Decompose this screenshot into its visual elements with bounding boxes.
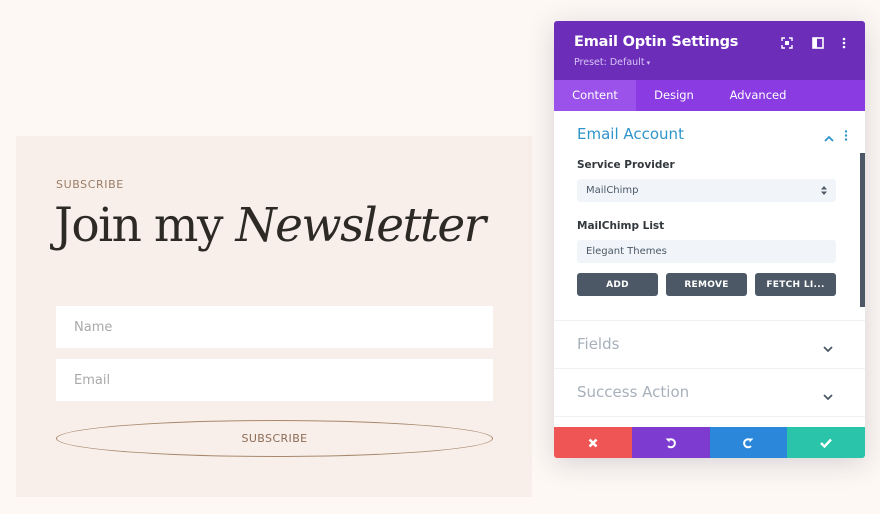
chevron-up-icon[interactable]: [824, 129, 834, 147]
fetch-lists-button[interactable]: FETCH LI...: [755, 273, 836, 296]
service-provider-label: Service Provider: [577, 159, 675, 171]
section-title: Fields: [577, 335, 620, 353]
service-provider-value: MailChimp: [586, 185, 639, 196]
caret-down-icon: ▾: [646, 59, 651, 67]
cancel-icon: [588, 438, 598, 447]
tab-advanced[interactable]: Advanced: [712, 80, 804, 111]
tab-design[interactable]: Design: [636, 80, 712, 111]
section-email-account: Email Account Service Provider MailChimp…: [554, 111, 865, 321]
section-title: Success Action: [577, 383, 690, 401]
name-input[interactable]: [56, 306, 493, 348]
panel-header: Email Optin Settings Preset: Default ▾: [554, 21, 865, 80]
check-icon: [820, 438, 833, 448]
eyebrow-label: SUBSCRIBE: [56, 178, 124, 191]
redo-button[interactable]: [709, 427, 788, 458]
mailchimp-list-label: MailChimp List: [577, 220, 665, 232]
headline-regular: Join my: [54, 198, 236, 253]
more-options-icon[interactable]: [837, 36, 851, 50]
subscribe-button[interactable]: SUBSCRIBE: [56, 420, 493, 457]
service-provider-select[interactable]: MailChimp: [577, 179, 836, 202]
panel-content: Email Account Service Provider MailChimp…: [554, 111, 865, 427]
sidebar-layout-icon[interactable]: [811, 36, 825, 50]
remove-button[interactable]: REMOVE: [666, 273, 747, 296]
undo-icon: [665, 437, 676, 448]
preset-label: Preset: Default: [574, 57, 645, 68]
cancel-button[interactable]: [554, 427, 632, 458]
add-button[interactable]: ADD: [577, 273, 658, 296]
redo-icon: [743, 437, 754, 448]
panel-tabs: Content Design Advanced: [554, 80, 865, 111]
newsletter-card: SUBSCRIBE Join my Newsletter SUBSCRIBE: [16, 136, 532, 497]
undo-button[interactable]: [631, 427, 710, 458]
newsletter-headline: Join my Newsletter: [54, 198, 486, 253]
expand-icon[interactable]: [780, 36, 794, 50]
preset-dropdown[interactable]: Preset: Default ▾: [574, 57, 650, 68]
save-button[interactable]: [787, 427, 865, 458]
section-success-action[interactable]: Success Action: [554, 369, 865, 417]
chevron-down-icon: [823, 388, 833, 406]
scrollbar[interactable]: [860, 153, 865, 307]
email-input[interactable]: [56, 359, 493, 401]
panel-footer: [554, 427, 865, 458]
email-optin-settings-panel: Email Optin Settings Preset: Default ▾ Co…: [554, 21, 865, 458]
headline-italic: Newsletter: [235, 198, 486, 253]
chevron-down-icon: [823, 340, 833, 358]
section-options-icon[interactable]: [844, 128, 848, 146]
panel-title: Email Optin Settings: [574, 34, 739, 50]
mailchimp-list-input[interactable]: [577, 240, 836, 263]
section-fields[interactable]: Fields: [554, 321, 865, 369]
select-arrows-icon: [821, 179, 827, 204]
section-title[interactable]: Email Account: [577, 125, 684, 143]
tab-content[interactable]: Content: [554, 80, 636, 111]
